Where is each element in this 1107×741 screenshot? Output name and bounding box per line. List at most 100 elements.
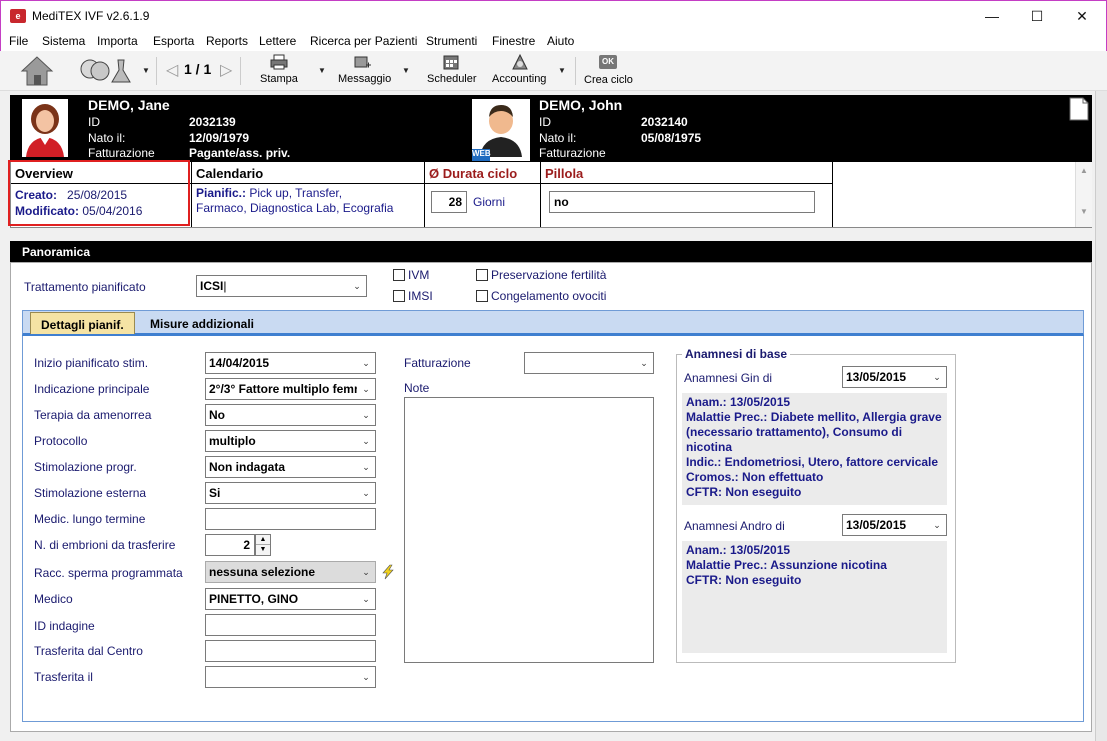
chevron-down-icon[interactable]: ⌄ — [357, 431, 375, 451]
menu-sistema[interactable]: Sistema — [42, 34, 85, 48]
accounting-icon[interactable] — [512, 54, 528, 70]
indicazione-select[interactable]: 2°/3° Fattore multiplo femn ⌄ — [205, 378, 376, 400]
window-title: MediTEX IVF v2.6.1.9 — [32, 9, 150, 23]
female-born-label: Nato il: — [88, 131, 126, 145]
close-button[interactable]: ✕ — [1059, 1, 1105, 31]
menu-lettere[interactable]: Lettere — [259, 34, 296, 48]
duration-cell: Ø Durata ciclo 28 Giorni — [425, 162, 541, 227]
male-id-label: ID — [539, 115, 551, 129]
chevron-down-icon[interactable]: ⌄ — [357, 379, 375, 399]
note-label: Note — [404, 381, 430, 395]
menu-aiuto[interactable]: Aiuto — [547, 34, 574, 48]
medico-label: Medico — [34, 592, 73, 606]
tab-dettagli[interactable]: Dettagli pianif. — [30, 312, 135, 334]
medic-label: Medic. lungo termine — [34, 512, 146, 526]
chevron-down-icon[interactable]: ⌄ — [348, 276, 366, 296]
calendar-icon[interactable] — [443, 54, 459, 70]
chevron-down-icon[interactable]: ⌄ — [357, 353, 375, 373]
protocollo-select[interactable]: multiplo ⌄ — [205, 430, 376, 452]
stampa-button[interactable]: Stampa — [260, 73, 298, 85]
messaggio-button[interactable]: Messaggio — [338, 73, 391, 85]
trasferita-centro-input[interactable] — [205, 640, 376, 662]
messaggio-dropdown-arrow[interactable]: ▼ — [402, 66, 410, 75]
embrioni-stepper[interactable]: ▲ ▼ — [255, 534, 271, 556]
patients-dropdown-arrow[interactable]: ▼ — [142, 66, 150, 75]
ivm-checkbox[interactable] — [393, 269, 405, 281]
note-textarea[interactable] — [404, 397, 654, 663]
andro-date-select[interactable]: 13/05/2015 ⌄ — [842, 514, 947, 536]
patients-lab-icon[interactable] — [78, 56, 134, 86]
trasferita-centro-label: Trasferita dal Centro — [34, 644, 143, 658]
scroll-up-icon[interactable]: ▲ — [1076, 166, 1092, 175]
stim-est-select[interactable]: Si ⌄ — [205, 482, 376, 504]
trasferita-il-select[interactable]: ⌄ — [205, 666, 376, 688]
female-patient-name[interactable]: DEMO, Jane — [88, 97, 170, 113]
imsi-checkbox[interactable] — [393, 290, 405, 302]
printer-icon[interactable] — [270, 54, 288, 70]
andro-summary: Anam.: 13/05/2015 Malattie Prec.: Assunz… — [682, 541, 947, 653]
tab-misure[interactable]: Misure addizionali — [140, 312, 264, 334]
terapia-select[interactable]: No ⌄ — [205, 404, 376, 426]
gin-summary: Anam.: 13/05/2015 Malattie Prec.: Diabet… — [682, 393, 947, 505]
menu-esporta[interactable]: Esporta — [153, 34, 194, 48]
stepper-up-icon[interactable]: ▲ — [256, 535, 270, 545]
menu-file[interactable]: File — [9, 34, 28, 48]
male-patient-name[interactable]: DEMO, John — [539, 97, 622, 113]
ok-icon[interactable]: OK — [599, 55, 617, 69]
document-icon[interactable] — [1068, 97, 1090, 121]
message-icon[interactable] — [354, 54, 372, 70]
medico-select[interactable]: PINETTO, GINO ⌄ — [205, 588, 376, 610]
menu-ricerca-pazienti[interactable]: Ricerca per Pazienti — [310, 34, 417, 48]
chevron-down-icon[interactable]: ⌄ — [357, 589, 375, 609]
crea-ciclo-button[interactable]: Crea ciclo — [584, 74, 633, 86]
calendar-cell[interactable]: Calendario Pianific.: Pick up, Transfer,… — [192, 162, 425, 227]
indicazione-label: Indicazione principale — [34, 382, 150, 396]
accounting-dropdown-arrow[interactable]: ▼ — [558, 66, 566, 75]
accounting-button[interactable]: Accounting — [492, 73, 546, 85]
id-indagine-input[interactable] — [205, 614, 376, 636]
inizio-select[interactable]: 14/04/2015 ⌄ — [205, 352, 376, 374]
chevron-down-icon[interactable]: ⌄ — [357, 457, 375, 477]
chevron-down-icon[interactable]: ⌄ — [928, 367, 946, 387]
stampa-dropdown-arrow[interactable]: ▼ — [318, 66, 326, 75]
fertility-checkbox[interactable] — [476, 269, 488, 281]
terapia-label: Terapia da amenorrea — [34, 408, 152, 422]
fatturazione-select[interactable]: ⌄ — [524, 352, 654, 374]
lightning-icon[interactable] — [380, 564, 396, 580]
duration-field[interactable]: 28 — [431, 191, 467, 213]
racc-select[interactable]: nessuna selezione ⌄ — [205, 561, 376, 583]
scheduler-button[interactable]: Scheduler — [427, 73, 477, 85]
menu-finestre[interactable]: Finestre — [492, 34, 535, 48]
menu-importa[interactable]: Importa — [97, 34, 138, 48]
gin-date-select[interactable]: 13/05/2015 ⌄ — [842, 366, 947, 388]
female-avatar-icon — [22, 99, 68, 157]
chevron-down-icon[interactable]: ⌄ — [357, 562, 375, 582]
menu-strumenti[interactable]: Strumenti — [426, 34, 477, 48]
embrioni-input[interactable]: 2 — [205, 534, 255, 556]
chevron-down-icon[interactable]: ⌄ — [357, 405, 375, 425]
racc-label: Racc. sperma programmata — [34, 566, 183, 580]
medic-input[interactable] — [205, 508, 376, 530]
female-billing-label: Fatturazione — [88, 146, 155, 160]
chevron-down-icon[interactable]: ⌄ — [357, 483, 375, 503]
maximize-button[interactable]: ☐ — [1014, 1, 1060, 31]
oocytes-checkbox[interactable] — [476, 290, 488, 302]
trasferita-il-label: Trasferita il — [34, 670, 93, 684]
chevron-down-icon[interactable]: ⌄ — [635, 353, 653, 373]
fertility-label: Preservazione fertilità — [491, 268, 607, 282]
stepper-down-icon[interactable]: ▼ — [256, 545, 270, 555]
overview-highlight — [8, 160, 190, 226]
next-page-icon[interactable]: ▷ — [220, 60, 232, 80]
minimize-button[interactable]: — — [969, 1, 1015, 31]
chevron-down-icon[interactable]: ⌄ — [928, 515, 946, 535]
pill-field[interactable]: no — [549, 191, 815, 213]
home-icon[interactable] — [20, 55, 54, 87]
plan-text-2: Farmaco, Diagnostica Lab, Ecografia — [196, 201, 394, 215]
chevron-down-icon[interactable]: ⌄ — [357, 667, 375, 687]
stim-progr-select[interactable]: Non indagata ⌄ — [205, 456, 376, 478]
strip-scrollbar[interactable]: ▲ ▼ — [1075, 162, 1092, 227]
prev-page-icon[interactable]: ◁ — [166, 60, 178, 80]
scroll-down-icon[interactable]: ▼ — [1076, 207, 1092, 216]
treatment-select[interactable]: ICSI| ⌄ — [196, 275, 367, 297]
menu-reports[interactable]: Reports — [206, 34, 248, 48]
